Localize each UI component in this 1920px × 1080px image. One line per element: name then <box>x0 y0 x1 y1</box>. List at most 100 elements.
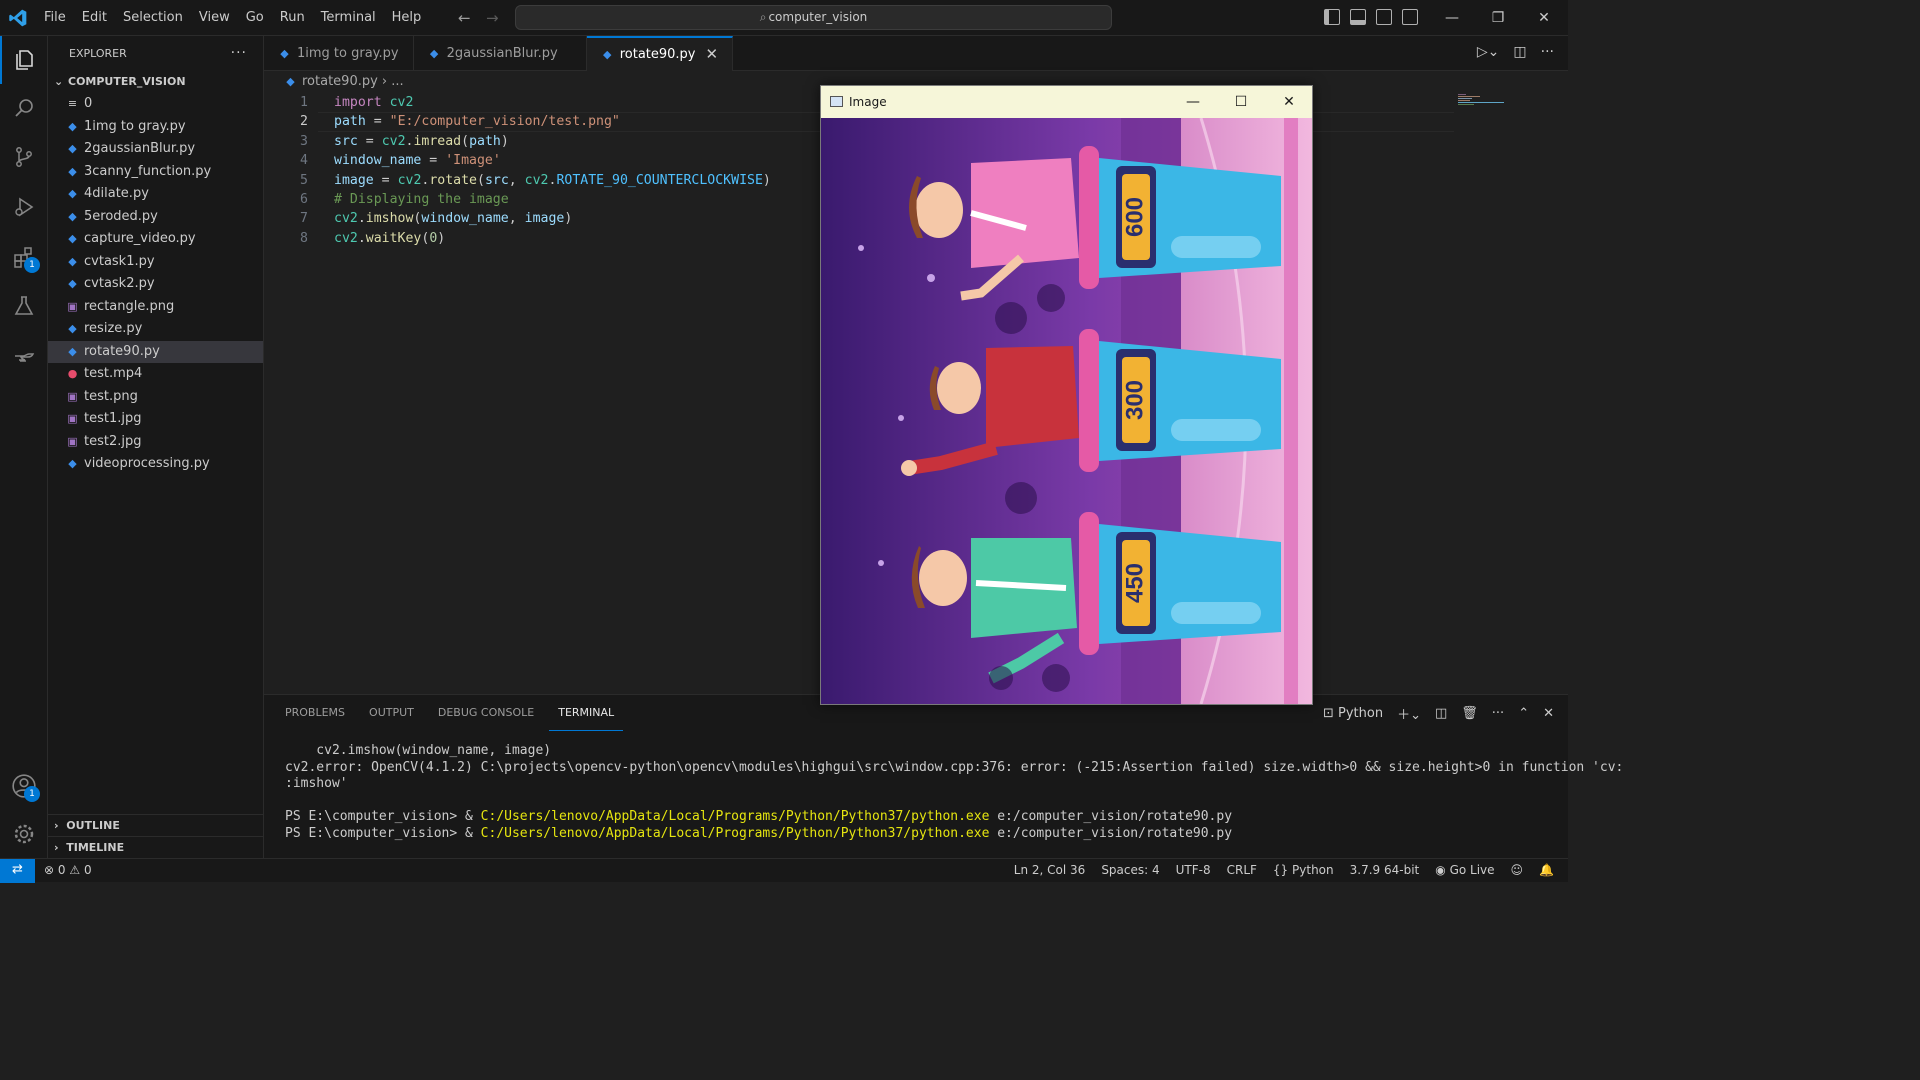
customize-layout-icon[interactable] <box>1402 9 1418 25</box>
feedback-icon[interactable]: ☺ <box>1511 859 1524 881</box>
toggle-panel-icon[interactable] <box>1350 9 1366 25</box>
run-debug-activity[interactable] <box>0 183 48 231</box>
go-live-button[interactable]: ◉ Go Live <box>1435 859 1494 881</box>
new-terminal-icon[interactable]: ＋⌄ <box>1397 704 1421 723</box>
terminal-command-line: PS E:\computer_vision> & C:/Users/lenovo… <box>285 809 1548 826</box>
tab-2gaussianblur[interactable]: ◆ 2gaussianBlur.py <box>414 36 587 71</box>
file-name: 4dilate.py <box>84 186 149 201</box>
breadcrumb-symbols[interactable]: ... <box>391 71 403 93</box>
back-arrow-icon[interactable]: ← <box>458 9 471 27</box>
tab-debug-console[interactable]: DEBUG CONSOLE <box>429 695 543 731</box>
terminal-output[interactable]: cv2.imshow(window_name, image) cv2.error… <box>264 731 1623 842</box>
search-activity[interactable] <box>0 84 48 132</box>
menu-selection[interactable]: Selection <box>115 0 191 36</box>
indentation[interactable]: Spaces: 4 <box>1101 859 1159 881</box>
line-ending[interactable]: CRLF <box>1227 859 1257 881</box>
terminal-shell-selector[interactable]: ⊡ Python <box>1323 706 1383 721</box>
more-actions-icon[interactable]: ··· <box>1492 706 1504 721</box>
file-item[interactable]: ◆ 3canny_function.py <box>48 161 263 184</box>
file-item[interactable]: ◆ resize.py <box>48 318 263 341</box>
minimap[interactable] <box>1458 93 1508 107</box>
code-text: cv2.imshow(window_name, image) <box>334 211 573 227</box>
file-item[interactable]: ● test.mp4 <box>48 363 263 386</box>
file-item[interactable]: ≡ 0 <box>48 93 263 116</box>
run-python-file-icon[interactable]: ▷⌄ <box>1477 44 1500 60</box>
accounts-activity[interactable]: 1 <box>0 762 48 810</box>
explorer-activity[interactable] <box>0 36 48 84</box>
more-actions-icon[interactable]: ··· <box>1541 44 1554 60</box>
menu-edit[interactable]: Edit <box>74 0 115 36</box>
file-item[interactable]: ◆ cvtask1.py <box>48 251 263 274</box>
toggle-secondary-sidebar-icon[interactable] <box>1376 9 1392 25</box>
menu-bar: File Edit Selection View Go Run Terminal… <box>36 0 429 36</box>
toggle-primary-sidebar-icon[interactable] <box>1324 9 1340 25</box>
python-interpreter[interactable]: 3.7.9 64-bit <box>1350 859 1420 881</box>
image-minimize-button[interactable]: — <box>1170 86 1216 118</box>
line-number: 2 <box>300 114 308 130</box>
maximize-panel-icon[interactable]: ⌃ <box>1518 706 1529 721</box>
tab-output[interactable]: OUTPUT <box>360 695 423 731</box>
image-maximize-button[interactable]: ☐ <box>1218 86 1264 118</box>
minimize-window-button[interactable]: — <box>1429 0 1475 36</box>
command-center-search[interactable]: ⌕ computer_vision <box>515 5 1112 30</box>
image-window[interactable]: Image — ☐ ✕ 600 300 450 <box>820 85 1313 705</box>
file-item[interactable]: ◆ 4dilate.py <box>48 183 263 206</box>
python-file-icon: ◆ <box>602 48 612 61</box>
go-live-label: Go Live <box>1449 863 1495 877</box>
tab-rotate90[interactable]: ◆ rotate90.py ✕ <box>586 36 734 72</box>
file-name: test1.jpg <box>84 411 142 426</box>
file-item[interactable]: ▣ test.png <box>48 386 263 409</box>
file-item[interactable]: ▣ test1.jpg <box>48 408 263 431</box>
restore-window-button[interactable]: ❐ <box>1475 0 1521 36</box>
broadcast-icon: ◉ <box>1435 863 1446 877</box>
encoding[interactable]: UTF-8 <box>1176 859 1211 881</box>
tab-terminal[interactable]: TERMINAL <box>549 695 624 731</box>
bell-icon[interactable]: 🔔 <box>1539 859 1554 881</box>
testing-activity[interactable] <box>0 282 48 330</box>
close-window-button[interactable]: ✕ <box>1521 0 1567 36</box>
image-file-icon: ▣ <box>67 389 78 403</box>
file-item[interactable]: ◆ 5eroded.py <box>48 206 263 229</box>
file-name: capture_video.py <box>84 231 196 246</box>
file-item[interactable]: ◆ 2gaussianBlur.py <box>48 138 263 161</box>
manage-activity[interactable] <box>0 810 48 858</box>
tab-1img-to-gray[interactable]: ◆ 1img to gray.py <box>264 36 414 71</box>
menu-go[interactable]: Go <box>238 0 272 36</box>
language-mode[interactable]: {} Python <box>1273 859 1334 881</box>
split-terminal-icon[interactable]: ◫ <box>1435 706 1447 721</box>
trash-icon[interactable]: 🗑 <box>1461 706 1478 721</box>
tab-problems[interactable]: PROBLEMS <box>276 695 354 731</box>
close-panel-icon[interactable]: ✕ <box>1543 706 1554 721</box>
menu-terminal[interactable]: Terminal <box>313 0 384 36</box>
extensions-badge: 1 <box>24 257 40 273</box>
problems-status[interactable]: ⊗ 0 ⚠ 0 <box>44 859 92 881</box>
cursor-position[interactable]: Ln 2, Col 36 <box>1014 859 1086 881</box>
file-item[interactable]: ◆ cvtask2.py <box>48 273 263 296</box>
close-tab-icon[interactable]: ✕ <box>706 37 719 72</box>
outline-section[interactable]: › OUTLINE <box>48 814 264 836</box>
timeline-section[interactable]: › TIMELINE <box>48 836 264 858</box>
workspace-folder[interactable]: ⌄ COMPUTER_VISION <box>48 71 263 93</box>
split-editor-icon[interactable]: ◫ <box>1513 44 1526 60</box>
tab-label: 1img to gray.py <box>297 46 399 61</box>
image-close-button[interactable]: ✕ <box>1266 86 1312 118</box>
file-item[interactable]: ◆ capture_video.py <box>48 228 263 251</box>
more-actions-icon[interactable]: ··· <box>231 36 247 71</box>
source-control-activity[interactable] <box>0 133 48 181</box>
file-item[interactable]: ▣ test2.jpg <box>48 431 263 454</box>
extensions-activity[interactable]: 1 <box>0 233 48 281</box>
file-item[interactable]: ▣ rectangle.png <box>48 296 263 319</box>
file-item[interactable]: ◆ 1img to gray.py <box>48 116 263 139</box>
file-item[interactable]: ◆ videoprocessing.py <box>48 453 263 476</box>
menu-file[interactable]: File <box>36 0 74 36</box>
remote-indicator[interactable]: ⇄ <box>0 859 35 883</box>
breadcrumb-file[interactable]: rotate90.py <box>302 71 378 93</box>
menu-view[interactable]: View <box>191 0 238 36</box>
image-window-titlebar[interactable]: Image — ☐ ✕ <box>821 86 1312 118</box>
file-item[interactable]: ◆ rotate90.py <box>48 340 263 363</box>
forward-arrow-icon[interactable]: → <box>486 9 499 27</box>
genie-activity[interactable] <box>0 332 48 380</box>
menu-help[interactable]: Help <box>384 0 430 36</box>
menu-run[interactable]: Run <box>272 0 313 36</box>
folder-name: COMPUTER_VISION <box>68 75 186 88</box>
